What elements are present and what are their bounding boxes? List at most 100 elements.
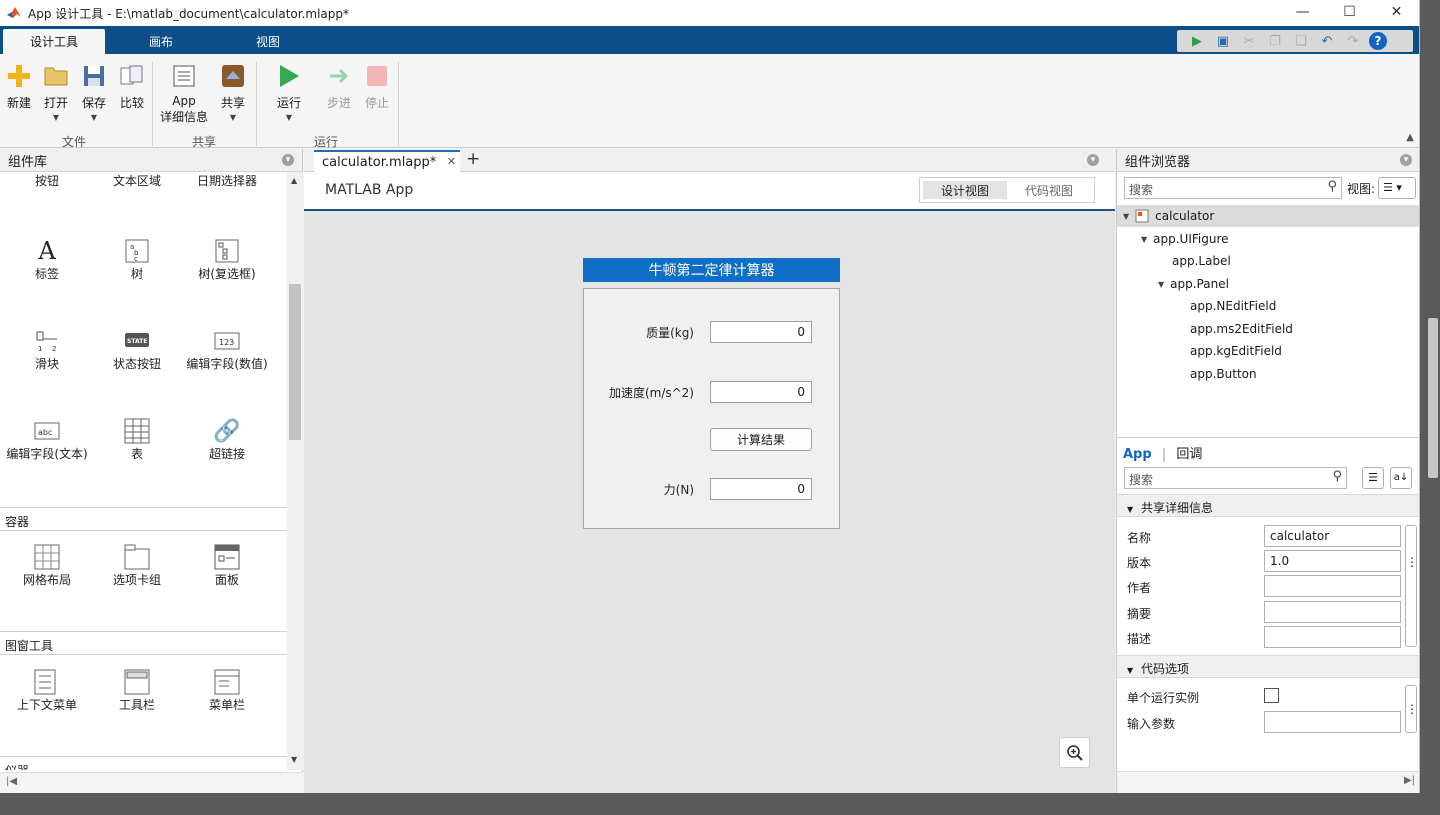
save-quick-icon[interactable]: ▣ [1213,32,1233,50]
minimize-button[interactable]: — [1279,0,1326,24]
help-icon[interactable]: ? [1369,32,1387,50]
component-hyperlink[interactable]: 🔗 超链接 [182,418,272,462]
add-tab-icon[interactable]: + [466,149,480,169]
panel-options-icon[interactable]: ▾ [282,154,294,166]
force-edit-field[interactable]: 0 [710,478,812,500]
share-details-section-header[interactable]: ▼ 共享详细信息 [1117,494,1419,517]
copy-quick-icon[interactable]: ❐ [1265,32,1285,50]
save-button[interactable]: 保存 ▼ [81,62,107,122]
tab-app[interactable]: App [1123,447,1152,462]
expand-icon[interactable]: ▼ [1141,235,1147,244]
component-menu-bar[interactable]: 菜单栏 [182,669,272,713]
component-date-picker[interactable]: 日期选择器 [182,174,272,189]
tab-designer[interactable]: 设计工具 [3,29,105,54]
component-checkbox-tree[interactable]: 树(复选框) [182,238,272,282]
tree-node-panel[interactable]: ▼ app.Panel [1117,273,1419,295]
redo-icon[interactable]: ↷ [1343,32,1363,50]
app-panel[interactable]: 质量(kg) 0 加速度(m/s^2) 0 计算结果 力(N) 0 [583,288,840,529]
inspector-search-input[interactable]: 搜索 ⚲ [1124,467,1347,489]
tree-node-calculator[interactable]: ▼ calculator [1117,205,1419,227]
library-scrollbar[interactable]: ▲ ▼ [287,172,303,770]
compare-button[interactable]: 比较 [119,62,145,111]
expand-icon[interactable]: ▼ [1123,212,1129,221]
browser-search-input[interactable]: 搜索 ⚲ [1124,177,1342,199]
more-options-icon[interactable]: ⋮ [1405,685,1418,733]
document-tab[interactable]: calculator.mlapp* ✕ [314,150,460,172]
panel-options-icon[interactable]: ▾ [1087,154,1099,166]
acceleration-edit-field[interactable]: 0 [710,381,812,403]
group-list-icon[interactable]: ☰ [1362,467,1384,489]
calculate-button[interactable]: 计算结果 [710,428,812,451]
component-tree[interactable]: abc 树 [92,238,182,282]
tree-node-label: app.ms2EditField [1190,322,1293,336]
tab-callbacks[interactable]: 回调 [1176,447,1202,462]
component-slider[interactable]: 12 滑块 [2,328,92,372]
tree-node-n-edit-field[interactable]: app.NEditField [1117,295,1419,317]
input-args-field[interactable] [1264,711,1401,733]
app-details-button[interactable]: App 详细信息 [160,62,208,125]
scroll-end-icon[interactable]: ▶| [1404,775,1415,786]
undo-icon[interactable]: ↶ [1317,32,1337,50]
close-button[interactable]: ✕ [1373,0,1419,24]
component-grid-layout[interactable]: 网格布局 [2,544,92,588]
tree-node-button[interactable]: app.Button [1117,363,1419,385]
code-options-section-header[interactable]: ▼ 代码选项 [1117,655,1419,678]
component-label-widget[interactable]: A 标签 [2,238,92,282]
collapse-ribbon-icon[interactable]: ▲ [1406,132,1414,143]
share-button[interactable]: 共享 ▼ [220,62,246,122]
open-button[interactable]: 打开 ▼ [43,62,69,122]
app-details-label-2: 详细信息 [160,110,209,124]
tree-node-label-component[interactable]: app.Label [1117,250,1419,272]
zoom-in-button[interactable] [1059,737,1090,768]
save-chevron-down-icon[interactable]: ▼ [91,113,97,122]
component-context-menu[interactable]: 上下文菜单 [2,669,92,713]
sort-az-icon[interactable]: a↓ [1390,467,1412,489]
share-chevron-down-icon[interactable]: ▼ [230,113,236,122]
code-view-button[interactable]: 代码视图 [1007,181,1091,199]
app-title-label[interactable]: 牛顿第二定律计算器 [583,258,840,282]
component-table[interactable]: 表 [92,418,182,462]
tree-node-kg-edit-field[interactable]: app.kgEditField [1117,340,1419,362]
component-button[interactable]: 按钮 [2,174,92,189]
component-numeric-edit-field[interactable]: 123 编辑字段(数值) [182,328,272,372]
library-horizontal-scrollbar[interactable]: |◀ [0,772,303,793]
component-state-button[interactable]: STATE 状态按钮 [92,328,182,372]
close-tab-icon[interactable]: ✕ [447,155,456,168]
version-field[interactable]: 1.0 [1264,550,1401,572]
author-field[interactable] [1264,575,1401,597]
new-button[interactable]: 新建 [6,62,32,111]
link-icon: 🔗 [213,418,241,444]
tree-node-ms2-edit-field[interactable]: app.ms2EditField [1117,318,1419,340]
run-button[interactable]: 运行 ▼ [276,62,302,122]
stop-button[interactable]: 停止 [364,62,390,111]
component-tab-group[interactable]: 选项卡组 [92,544,182,588]
view-dropdown[interactable]: ☰ ▾ [1378,177,1416,199]
mass-edit-field[interactable]: 0 [710,321,812,343]
more-options-icon[interactable]: ⋮ [1405,525,1418,647]
run-chevron-down-icon[interactable]: ▼ [286,113,292,122]
design-view-button[interactable]: 设计视图 [923,181,1007,199]
step-button[interactable]: 步进 [326,62,352,111]
window-scroll-thumb[interactable] [1428,318,1438,478]
component-panel[interactable]: 面板 [182,544,272,588]
scroll-up-icon[interactable]: ▲ [291,176,297,185]
maximize-button[interactable]: ☐ [1326,0,1373,24]
name-field[interactable]: calculator [1264,525,1401,547]
open-chevron-down-icon[interactable]: ▼ [53,113,59,122]
tab-canvas[interactable]: 画布 [110,29,212,54]
run-quick-icon[interactable]: ▶ [1187,32,1207,50]
description-field[interactable] [1264,626,1401,648]
cut-quick-icon[interactable]: ✂ [1239,32,1259,50]
tab-view[interactable]: 视图 [217,29,319,54]
expand-icon[interactable]: ▼ [1158,280,1164,289]
library-scroll-thumb[interactable] [289,284,301,440]
tree-node-uifigure[interactable]: ▼ app.UIFigure [1117,228,1419,250]
paste-quick-icon[interactable]: ❏ [1291,32,1311,50]
component-toolbar[interactable]: 工具栏 [92,669,182,713]
scroll-down-icon[interactable]: ▼ [291,755,297,764]
single-instance-checkbox[interactable] [1264,688,1279,703]
summary-field[interactable] [1264,601,1401,623]
panel-options-icon[interactable]: ▾ [1400,154,1412,166]
component-text-area[interactable]: 文本区域 [92,174,182,189]
component-text-edit-field[interactable]: abc 编辑字段(文本) [2,418,92,462]
